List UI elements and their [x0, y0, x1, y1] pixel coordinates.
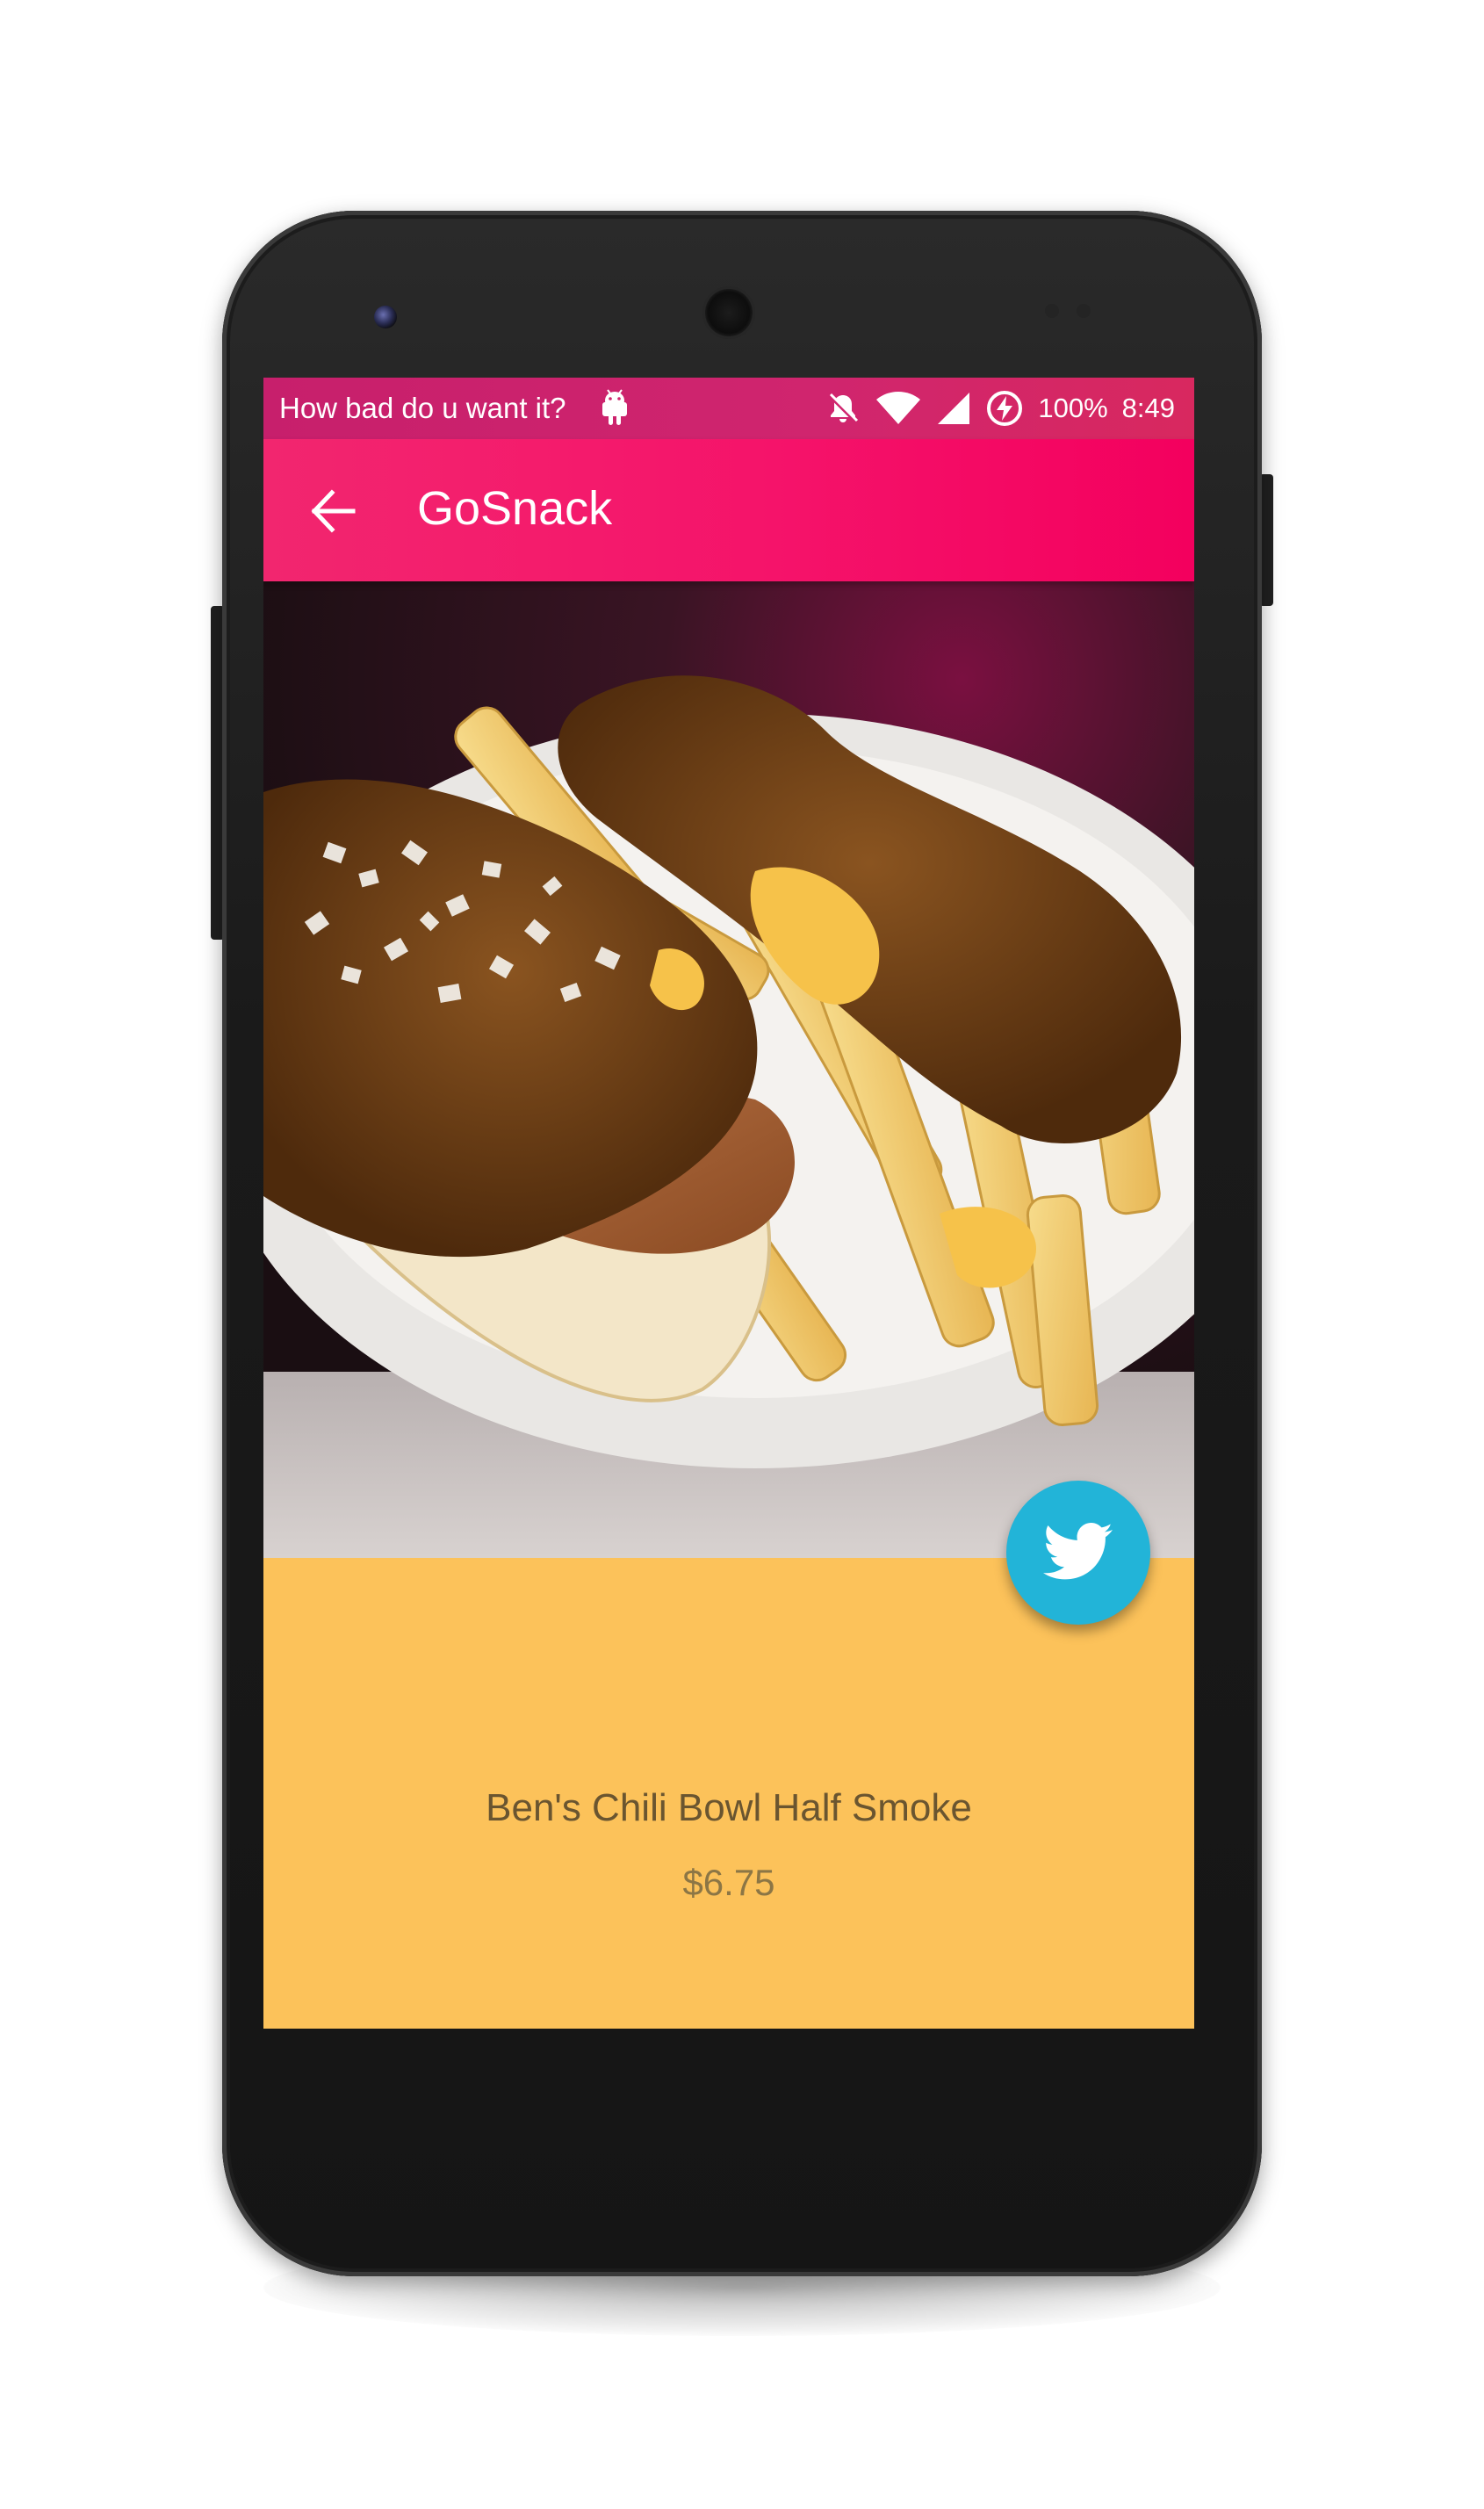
toolbar-title: GoSnack: [417, 482, 613, 535]
front-camera: [374, 306, 397, 328]
cell-signal-icon: [938, 393, 970, 424]
device-mockup: How bad do u want it? 100% 8:49 GoSnack …: [0, 0, 1484, 2509]
light-sensor: [1077, 304, 1091, 318]
arrow-back-icon[interactable]: [307, 485, 360, 537]
item-price: $6.75: [682, 1862, 775, 1903]
battery-charging-icon: [987, 391, 1023, 426]
app-screen: How bad do u want it? 100% 8:49 GoSnack …: [263, 378, 1194, 2029]
item-name: Ben's Chili Bowl Half Smoke: [486, 1786, 972, 1829]
twitter-share-button[interactable]: [1006, 1481, 1150, 1625]
earpiece-speaker: [702, 286, 755, 339]
notification-text: How bad do u want it?: [279, 392, 566, 424]
proximity-sensor: [1045, 304, 1059, 318]
battery-percent: 100%: [1038, 393, 1108, 423]
app-toolbar: GoSnack: [263, 439, 1194, 581]
food-illustration: [263, 581, 1194, 1558]
status-icons: 100% 8:49: [825, 378, 1175, 439]
item-details: Ben's Chili Bowl Half Smoke $6.75: [263, 1558, 1194, 2029]
notifications-off-icon: [828, 393, 859, 423]
food-photo: [263, 581, 1194, 1558]
android-icon: [602, 389, 627, 425]
twitter-icon: [1043, 1523, 1113, 1580]
status-bar: How bad do u want it? 100% 8:49: [263, 378, 1194, 439]
wifi-icon: [876, 392, 921, 424]
clock: 8:49: [1121, 393, 1175, 423]
